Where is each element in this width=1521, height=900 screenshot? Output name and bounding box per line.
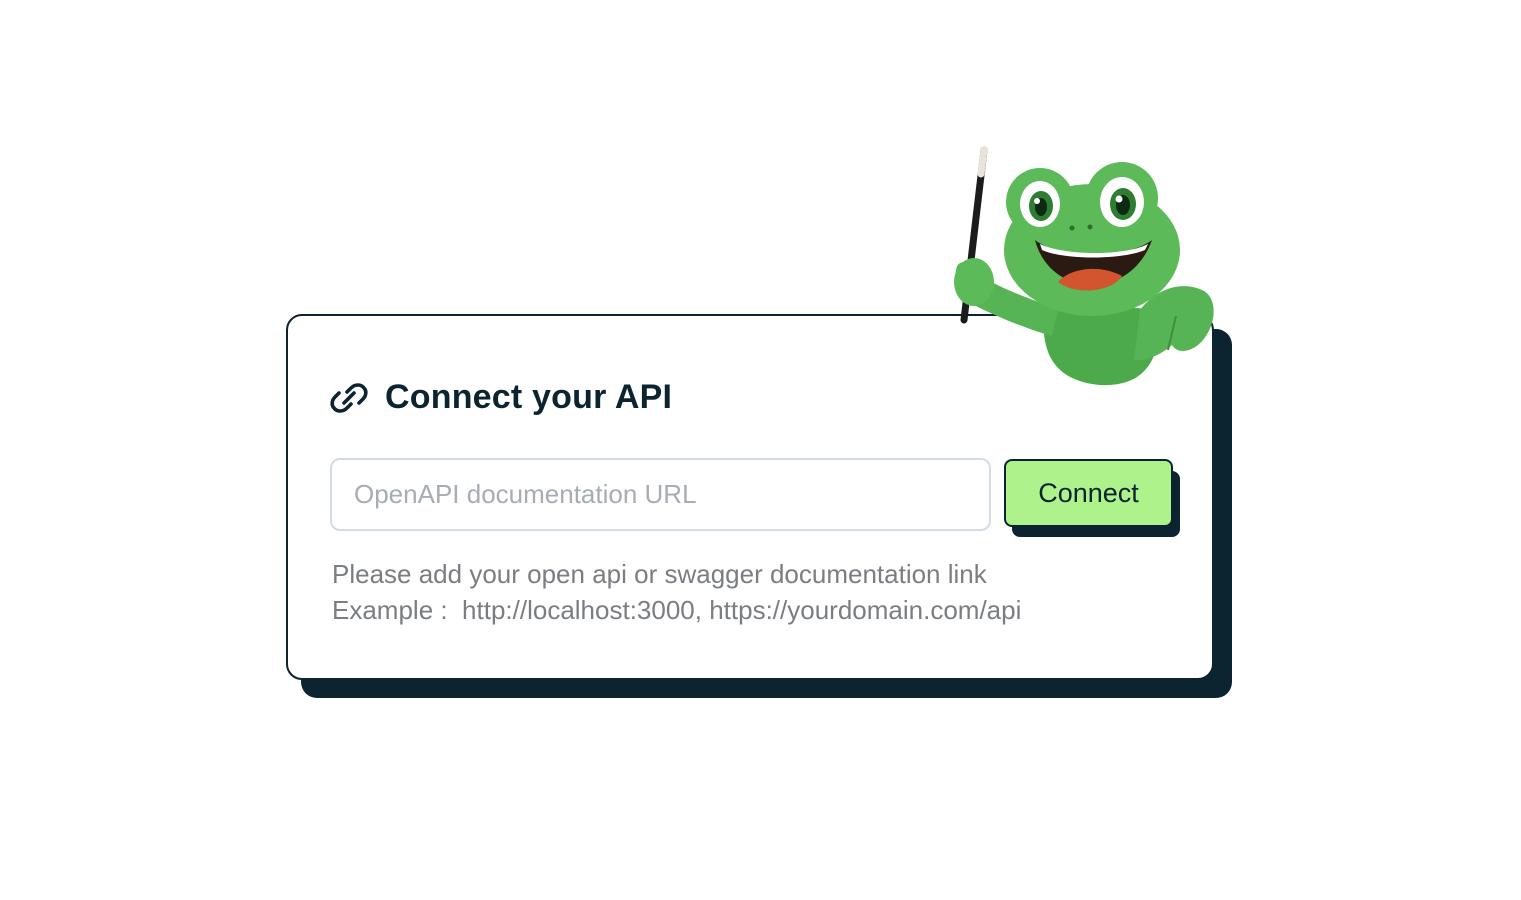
help-text-example: Example : http://localhost:3000, https:/… — [332, 595, 1022, 625]
help-text: Please add your open api or swagger docu… — [332, 556, 1021, 628]
frog-mascot-icon — [954, 146, 1214, 386]
openapi-url-input[interactable] — [330, 458, 991, 531]
connect-button[interactable]: Connect — [1004, 459, 1173, 527]
card-header: Connect your API — [330, 378, 672, 417]
connect-api-stage: Connect your API Connect Please add your… — [0, 0, 1521, 900]
help-text-line: Please add your open api or swagger docu… — [332, 559, 987, 589]
card-title: Connect your API — [385, 378, 673, 416]
link-icon — [330, 382, 368, 413]
